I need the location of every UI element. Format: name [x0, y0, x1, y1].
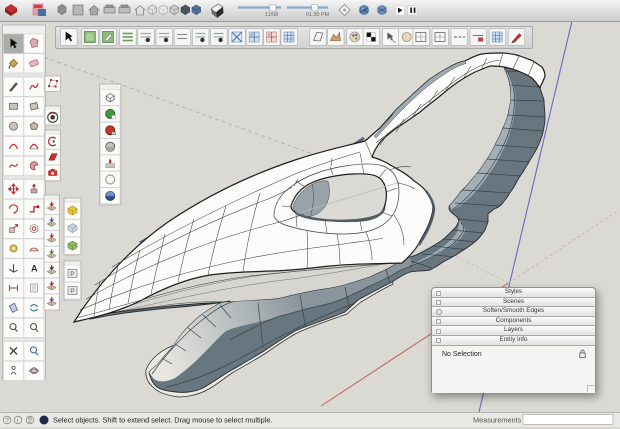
- svg-text:Measurements: Measurements: [473, 416, 522, 425]
- svg-text:Select objects. Shift to exten: Select objects. Shift to extend select. …: [53, 416, 272, 425]
- svg-text:P: P: [70, 271, 74, 278]
- svg-text:01:30 PM: 01:30 PM: [306, 12, 330, 18]
- svg-text:P: P: [70, 288, 74, 295]
- svg-text:11/08: 11/08: [265, 12, 278, 18]
- svg-text:?: ?: [5, 418, 9, 425]
- svg-text:A: A: [31, 264, 38, 274]
